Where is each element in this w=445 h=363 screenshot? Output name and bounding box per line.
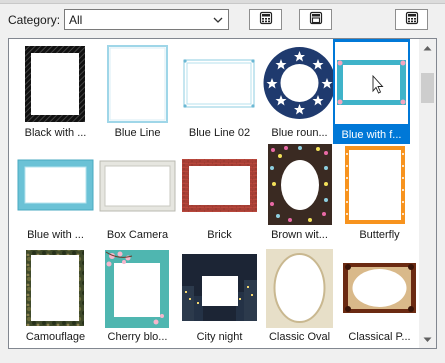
category-value: All — [69, 13, 83, 27]
item-label: City night — [196, 331, 243, 343]
save-frame-icon — [309, 11, 323, 28]
item-label: Butterfly — [359, 229, 400, 241]
frame-thumbnail — [335, 42, 408, 124]
calculator-icon — [405, 11, 419, 28]
gallery-item-blue-with[interactable]: Blue with ... — [16, 144, 95, 244]
item-label: Blue roun... — [271, 127, 328, 139]
frame-thumbnail — [345, 146, 405, 224]
gallery-item-blue-with-f[interactable]: Blue with f... — [333, 39, 410, 144]
frame-picker-panel: Category: All Black with ... Blue Line B… — [0, 0, 445, 363]
calculator-icon — [259, 11, 273, 28]
frame-thumbnail — [107, 45, 168, 123]
gallery-item-cherry-blossom[interactable]: Cherry blo... — [98, 246, 177, 346]
frame-thumbnail — [182, 159, 257, 212]
item-label: Black with ... — [24, 127, 87, 139]
gallery-item-box-camera[interactable]: Box Camera — [98, 144, 177, 244]
category-dropdown[interactable]: All — [64, 9, 229, 30]
item-label: Classical P... — [348, 331, 411, 343]
frame-thumbnail — [268, 144, 332, 225]
item-label: Blue Line 02 — [188, 127, 251, 139]
scroll-down-arrow[interactable] — [419, 331, 436, 348]
item-label: Blue with f... — [341, 129, 402, 141]
gallery-item-blue-round[interactable]: Blue roun... — [260, 42, 339, 142]
gallery-item-brown-with[interactable]: Brown wit... — [260, 144, 339, 244]
frame-thumbnail — [343, 263, 416, 313]
frame-thumbnail — [105, 250, 169, 328]
item-label: Camouflage — [25, 331, 86, 343]
scrollbar-thumb[interactable] — [421, 73, 434, 103]
vertical-scrollbar[interactable] — [419, 39, 436, 348]
gallery-item-blue-line-02[interactable]: Blue Line 02 — [180, 42, 259, 142]
frame-thumbnail — [182, 254, 257, 321]
item-label: Cherry blo... — [107, 331, 168, 343]
gallery-item-brick[interactable]: Brick — [180, 144, 259, 244]
item-label: Brick — [207, 229, 232, 241]
frame-thumbnail — [99, 160, 176, 212]
gallery-item-classic-oval[interactable]: Classic Oval — [260, 246, 339, 346]
item-label: Classic Oval — [268, 331, 331, 343]
gallery-item-butterfly[interactable]: Butterfly — [340, 144, 419, 244]
scroll-up-arrow[interactable] — [419, 39, 436, 56]
frame-thumbnail — [266, 249, 333, 328]
item-label: Blue with ... — [27, 229, 84, 241]
frame-thumbnail — [263, 47, 336, 119]
frame-gallery[interactable]: Black with ... Blue Line Blue Line 02 Bl… — [8, 38, 437, 349]
item-label: Box Camera — [106, 229, 169, 241]
category-label: Category: — [8, 13, 61, 27]
toolbar-button-3[interactable] — [395, 9, 428, 30]
toolbar-button-2[interactable] — [299, 9, 332, 30]
frame-thumbnail — [26, 250, 84, 326]
item-label: Blue Line — [114, 127, 161, 139]
toolbar: Category: All — [0, 6, 445, 34]
gallery-item-city-night[interactable]: City night — [180, 246, 259, 346]
gallery-item-black[interactable]: Black with ... — [16, 42, 95, 142]
gallery-item-camouflage[interactable]: Camouflage — [16, 246, 95, 346]
gallery-item-classical-p[interactable]: Classical P... — [340, 246, 419, 346]
item-label: Brown wit... — [271, 229, 328, 241]
gallery-item-blue-line[interactable]: Blue Line — [98, 42, 177, 142]
frame-thumbnail — [17, 159, 94, 211]
frame-thumbnail — [25, 46, 85, 122]
top-divider — [0, 0, 445, 4]
toolbar-button-1[interactable] — [249, 9, 282, 30]
chevron-down-icon — [212, 13, 224, 27]
frame-thumbnail — [183, 59, 255, 108]
